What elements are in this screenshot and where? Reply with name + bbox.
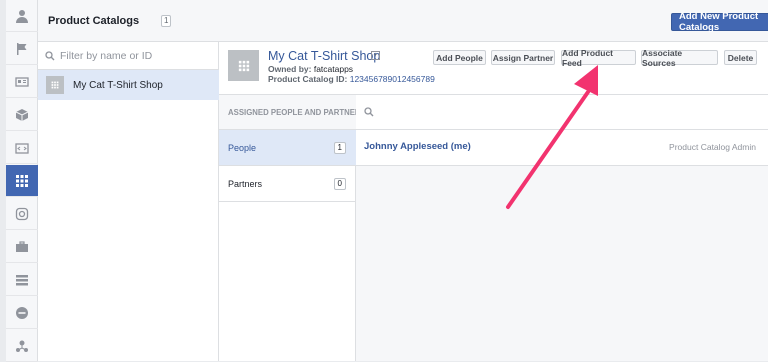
associate-sources-button[interactable]: Associate Sources [641,48,718,68]
catalog-item-name: My Cat T-Shirt Shop [73,79,163,91]
blocked-nav-button[interactable] [6,297,38,329]
assigned-partners-tab[interactable]: Partners 0 [219,166,356,202]
icon-rail [6,0,38,362]
pixels-nav-button[interactable] [6,132,38,164]
catalog-filter-input[interactable] [60,48,210,64]
partners-count-badge: 0 [333,178,346,190]
add-product-feed-button[interactable]: Add Product Feed [561,48,636,68]
add-new-label: Add New Product Catalogs [679,11,759,33]
assigned-people-tab[interactable]: People 1 [219,130,356,166]
catalog-thumbnail [228,50,259,81]
catalog-detail-header: My Cat T-Shirt Shop + Owned by: fatcatap… [219,42,768,95]
people-nav-button[interactable] [6,0,38,32]
assign-partner-button[interactable]: Assign Partner [491,50,555,65]
id-card-icon [15,76,29,87]
people-search[interactable] [356,95,768,130]
tag-icon [15,142,29,154]
catalog-id-label: Product Catalog ID: [268,74,348,84]
stack-icon [16,274,28,285]
add-people-button[interactable]: Add People [433,50,486,65]
assigned-header: ASSIGNED PEOPLE AND PARTNERS [219,95,356,130]
catalog-grid-icon [46,76,64,94]
pages-nav-button[interactable] [6,33,38,65]
flag-icon [17,42,27,55]
partners-nav-button[interactable] [6,264,38,296]
catalog-list-panel: My Cat T-Shirt Shop [38,42,219,361]
catalog-id: Product Catalog ID: 123456789012456789 [268,74,435,84]
product-catalogs-nav-button[interactable] [6,165,38,197]
instagram-nav-button[interactable] [6,198,38,230]
grid-icon [16,174,28,187]
ad-accounts-nav-button[interactable] [6,66,38,98]
person-row[interactable]: Johnny Appleseed (me) Product Catalog Ad… [356,130,768,166]
page-header: Product Catalogs 1 Add New Product Catal… [38,0,768,42]
delete-button[interactable]: Delete [724,50,757,65]
catalog-name-link[interactable]: My Cat T-Shirt Shop [268,49,380,63]
catalog-list-item[interactable]: My Cat T-Shirt Shop [38,70,219,100]
briefcase-icon [16,240,28,252]
block-icon [16,306,28,319]
people-tab-label: People [228,142,257,153]
catalog-filter [38,42,219,70]
owned-by-label: Owned by: [268,64,312,74]
person-name[interactable]: Johnny Appleseed (me) [364,141,471,152]
search-icon [364,107,374,117]
network-icon [16,340,28,352]
catalog-id-value: 123456789012456789 [349,74,435,84]
person-role: Product Catalog Admin [669,142,756,152]
owner-name: fatcatapps [313,64,354,74]
search-icon [45,51,55,61]
assigned-nav-panel: ASSIGNED PEOPLE AND PARTNERS People 1 Pa… [219,95,356,361]
people-count-badge: 1 [333,142,346,154]
settings-nav-button[interactable] [6,330,38,362]
apps-nav-button[interactable] [6,99,38,131]
grid-icon [238,60,249,71]
box-icon [15,108,29,121]
partners-tab-label: Partners [228,178,263,189]
empty-area [356,166,768,361]
owned-by: Owned by: fatcatapps [268,64,353,74]
catalog-count-badge: 1 [161,15,172,27]
person-icon [16,9,28,23]
external-link-icon[interactable]: + [371,51,380,60]
business-nav-button[interactable] [6,231,38,263]
page-title: Product Catalogs [48,15,140,27]
instagram-icon [15,207,29,220]
add-new-product-catalogs-button[interactable]: Add New Product Catalogs ▼ [671,11,768,33]
